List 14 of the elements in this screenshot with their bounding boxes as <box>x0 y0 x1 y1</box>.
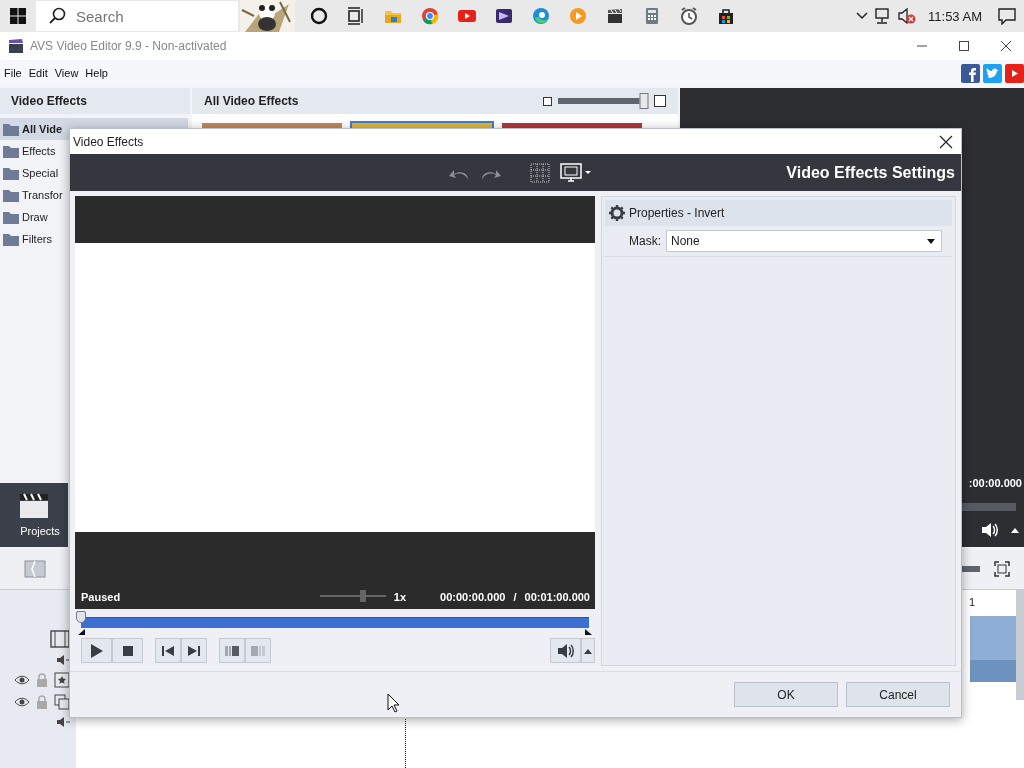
properties-title: Properties - Invert <box>629 206 725 220</box>
speed-label: 1x <box>393 591 407 603</box>
playback-status: Paused <box>81 591 122 603</box>
ruler-label: 1 <box>969 596 976 608</box>
duration: 00:01:00.000 <box>524 591 590 603</box>
current-time: 00:00:00.000 <box>440 591 506 603</box>
panel-title: Video Effects <box>0 88 190 114</box>
window-title: AVS Video Editor 9.9 - Non-activated <box>30 39 227 53</box>
time-display: :00:00.000 <box>968 477 1023 489</box>
dialog-heading: Video Effects Settings <box>786 163 956 182</box>
time-separator: / <box>513 591 517 603</box>
field-label: Mask: <box>628 234 662 248</box>
panel-title: All Video Effects <box>204 94 300 108</box>
dialog-title: Video Effects <box>73 134 144 149</box>
